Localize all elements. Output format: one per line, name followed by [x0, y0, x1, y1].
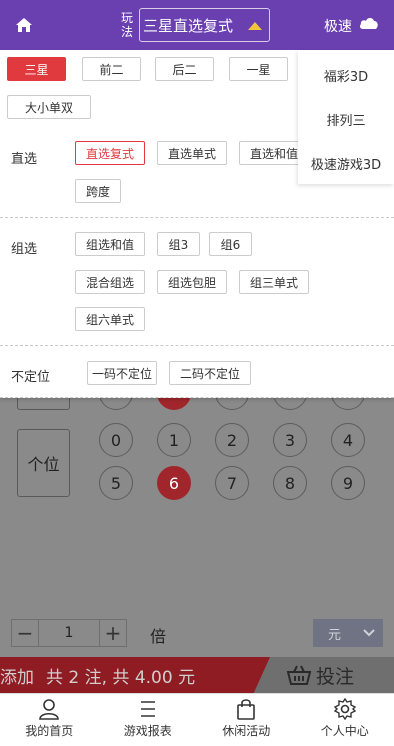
option-group-sum[interactable]: 组选和值: [75, 232, 145, 256]
nav-activity[interactable]: 休闲活动: [197, 694, 296, 746]
option-group-6[interactable]: 组6: [209, 232, 252, 256]
option-group-3[interactable]: 组3: [157, 232, 200, 256]
lottery-type-menu: 福彩3D 排列三 极速游戏3D: [298, 50, 394, 184]
number-ball[interactable]: 4: [331, 423, 365, 457]
position-label-ones: 个位: [17, 429, 70, 497]
option-direct-single[interactable]: 直选单式: [157, 141, 227, 165]
submit-bet-label: 投注: [316, 665, 355, 688]
currency-unit-select[interactable]: 元: [313, 619, 383, 647]
nav-activity-label: 休闲活动: [222, 724, 271, 738]
play-mode-select[interactable]: 三星直选复式: [139, 8, 270, 42]
option-group3-single[interactable]: 组三单式: [239, 270, 309, 294]
ball-partial: [215, 398, 249, 410]
multiplier-input[interactable]: 1: [39, 619, 99, 647]
panel-divider: [0, 345, 394, 346]
nav-profile-label: 个人中心: [320, 724, 369, 738]
multiplier-stepper: − 1 +: [11, 619, 130, 647]
option-direct-compound[interactable]: 直选复式: [75, 141, 145, 165]
play-mode-value: 三星直选复式: [143, 16, 234, 35]
speed-lottery-label[interactable]: 极速: [324, 16, 352, 36]
cloud-up-icon[interactable]: [359, 16, 379, 30]
option-one-code-unpositioned[interactable]: 一码不定位: [87, 361, 157, 385]
option-group6-single[interactable]: 组六单式: [75, 307, 145, 331]
tab-daxiao-danshuang[interactable]: 大小单双: [7, 95, 91, 119]
increment-button[interactable]: +: [99, 619, 127, 647]
option-span[interactable]: 跨度: [75, 179, 121, 203]
home-icon[interactable]: [12, 13, 36, 37]
list-icon: [140, 701, 155, 717]
basket-icon: [286, 665, 312, 685]
bet-summary: 共 2 注, 共 4.00 元: [46, 667, 196, 688]
user-icon: [39, 699, 60, 720]
group-title-unpositioned: 不定位: [11, 370, 51, 385]
number-ball[interactable]: 3: [273, 423, 307, 457]
bottom-nav: 我的首页 游戏报表 休闲活动 个人中心: [0, 693, 394, 746]
submit-bet-button[interactable]: 投注: [286, 657, 354, 693]
bag-icon: [237, 699, 256, 720]
tab-yixing[interactable]: 一星: [229, 57, 288, 81]
nav-home-label: 我的首页: [25, 724, 74, 738]
gear-icon: [333, 698, 356, 720]
number-ball[interactable]: 7: [215, 466, 249, 500]
nav-report-label: 游戏报表: [123, 724, 172, 738]
ball-partial: [331, 398, 365, 410]
option-mixed-group[interactable]: 混合组选: [75, 270, 145, 294]
option-two-code-unpositioned[interactable]: 二码不定位: [169, 361, 251, 385]
bet-summary-area: 添加 共 2 注, 共 4.00 元: [0, 657, 270, 693]
menu-item-pailie3[interactable]: 排列三: [298, 110, 394, 129]
chevron-down-icon: [363, 629, 375, 637]
panel-bottom-divider: [0, 397, 394, 398]
menu-item-fucai3d[interactable]: 福彩3D: [298, 66, 394, 85]
tab-sanxing[interactable]: 三星: [7, 57, 66, 81]
menu-item-speed-3d[interactable]: 极速游戏3D: [298, 154, 394, 173]
triangle-up-icon: [248, 22, 262, 30]
nav-report[interactable]: 游戏报表: [99, 694, 198, 746]
ball-partial: [273, 398, 307, 410]
number-ball[interactable]: 8: [273, 466, 307, 500]
ball-partial: [99, 398, 133, 410]
add-button[interactable]: 添加: [0, 663, 34, 688]
group-title-group: 组选: [11, 242, 38, 257]
top-header: 玩法 三星直选复式 极速: [0, 0, 394, 50]
bet-bar: 添加 共 2 注, 共 4.00 元 投注: [0, 657, 394, 693]
nav-profile[interactable]: 个人中心: [296, 694, 394, 746]
group-title-direct: 直选: [11, 152, 38, 167]
number-ball[interactable]: 1: [157, 423, 191, 457]
decrement-button[interactable]: −: [11, 619, 39, 647]
tab-qianer[interactable]: 前二: [82, 57, 141, 81]
number-ball-selected[interactable]: 6: [157, 466, 191, 500]
tab-houer[interactable]: 后二: [155, 57, 214, 81]
nav-home[interactable]: 我的首页: [0, 694, 99, 746]
option-group-bao-dan[interactable]: 组选包胆: [157, 270, 227, 294]
number-ball[interactable]: 9: [331, 466, 365, 500]
multiplier-unit-label: 倍: [150, 627, 167, 646]
currency-unit-value: 元: [328, 627, 342, 643]
ball-partial-selected: [157, 398, 191, 410]
panel-divider: [0, 217, 394, 218]
number-ball[interactable]: 0: [99, 423, 133, 457]
play-method-label: 玩法: [120, 11, 133, 39]
number-ball[interactable]: 2: [215, 423, 249, 457]
number-ball[interactable]: 5: [99, 466, 133, 500]
position-box-partial: [17, 398, 70, 410]
